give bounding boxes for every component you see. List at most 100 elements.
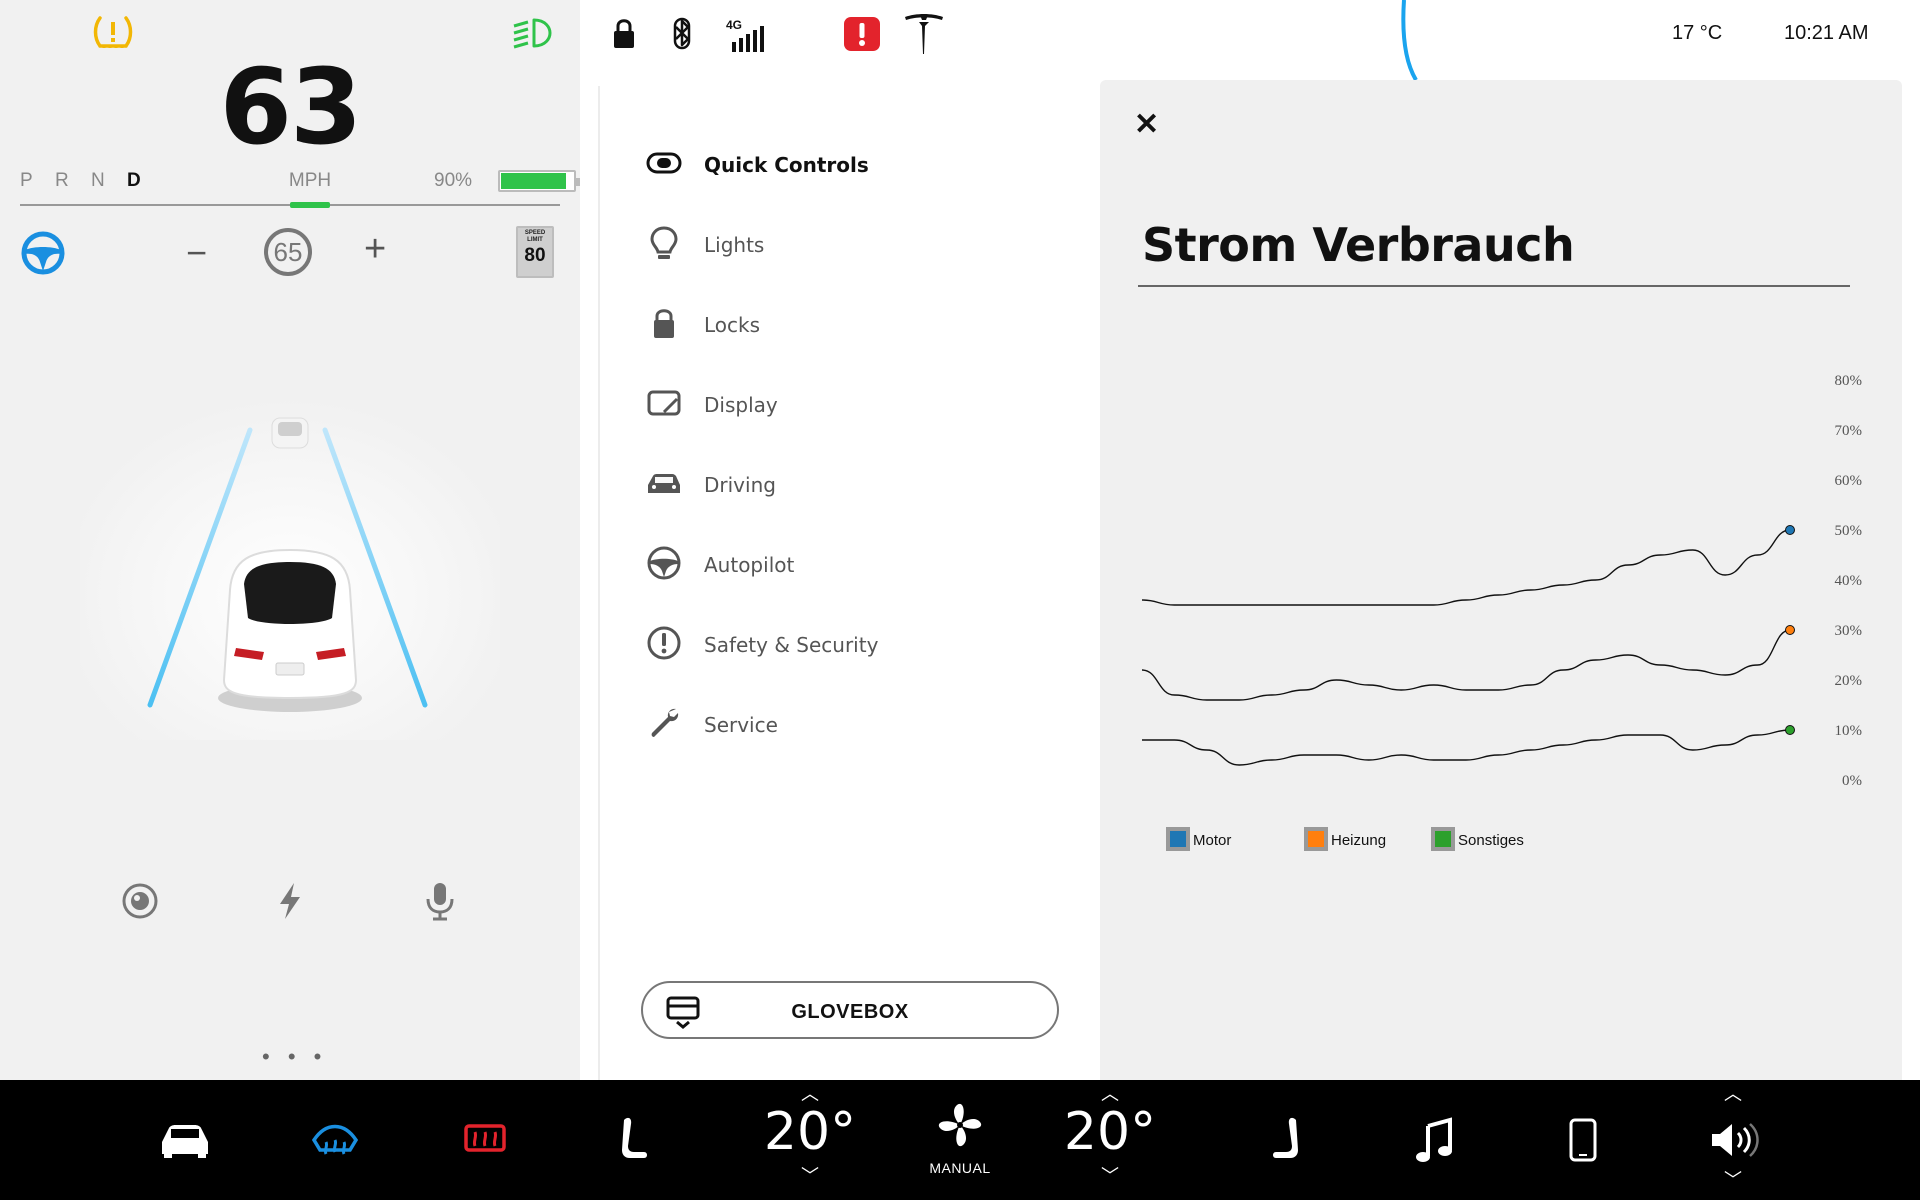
menu-item-label: Autopilot bbox=[704, 553, 795, 577]
ego-vehicle bbox=[218, 548, 362, 712]
page-dots[interactable]: • • • bbox=[262, 1044, 327, 1070]
speed-limit-sign: SPEED LIMIT 80 bbox=[516, 226, 554, 278]
speed-limit-label: SPEED LIMIT bbox=[524, 230, 546, 243]
app-root: 63 P R N D MPH 90% − 65 + SPEED LIMIT 80… bbox=[0, 0, 1920, 1200]
series-end-point-motor bbox=[1785, 525, 1795, 535]
fan-control[interactable]: MANUAL bbox=[910, 1080, 1010, 1200]
menu-item-display[interactable]: Display bbox=[640, 375, 1080, 455]
menu-item-service[interactable]: Service bbox=[640, 695, 1080, 775]
car-controls-icon[interactable] bbox=[158, 1080, 212, 1200]
cruise-control-row: − 65 + SPEED LIMIT 80 bbox=[0, 222, 580, 282]
legend-swatch-motor bbox=[1170, 831, 1186, 847]
y-tick-label: 40% bbox=[1835, 573, 1863, 589]
y-tick-label: 10% bbox=[1835, 723, 1863, 739]
legend-swatch-sonstiges bbox=[1435, 831, 1451, 847]
y-tick-label: 50% bbox=[1835, 523, 1863, 539]
menu-item-label: Locks bbox=[704, 313, 761, 337]
panel-title: Strom Verbrauch bbox=[1142, 218, 1575, 272]
legend-label-heizung: Heizung bbox=[1331, 832, 1386, 849]
cruise-set-speed: 65 bbox=[264, 228, 312, 276]
tesla-logo-icon[interactable] bbox=[902, 12, 946, 56]
gear-d: D bbox=[127, 170, 142, 191]
menu-item-quick-controls[interactable]: Quick Controls bbox=[640, 135, 1080, 215]
fan-mode-label: MANUAL bbox=[929, 1160, 991, 1176]
status-bar: 4G 17 °C 10:21 AM bbox=[580, 0, 1920, 80]
autopilot-road-visualization bbox=[80, 380, 500, 740]
driver-panel: 63 P R N D MPH 90% − 65 + SPEED LIMIT 80… bbox=[0, 0, 580, 1080]
charge-icon[interactable] bbox=[270, 880, 310, 922]
power-consumption-chart: 0% 10% 20% 30% 40% 50% 60% 70% 80% Motor Heizung So… bbox=[1141, 373, 1863, 851]
passenger-temperature: 20° bbox=[1063, 1102, 1157, 1162]
alert-circle-icon bbox=[647, 626, 681, 660]
series-end-point-heizung bbox=[1785, 625, 1795, 635]
menu-item-autopilot[interactable]: Autopilot bbox=[640, 535, 1080, 615]
menu-item-label: Safety & Security bbox=[704, 633, 879, 657]
driver-temp-up-button[interactable]: ︿ bbox=[750, 1080, 870, 1104]
driver-quick-icons bbox=[0, 880, 580, 930]
lead-vehicle bbox=[271, 417, 309, 449]
lock-icon[interactable] bbox=[612, 14, 636, 54]
camera-icon[interactable] bbox=[120, 880, 160, 922]
y-tick-label: 60% bbox=[1835, 473, 1863, 489]
front-defrost-icon[interactable] bbox=[310, 1080, 360, 1200]
alert-icon[interactable] bbox=[844, 15, 880, 55]
speed-unit: MPH bbox=[288, 170, 332, 191]
passenger-temp-up-button[interactable]: ︿ bbox=[1050, 1080, 1170, 1104]
detail-panel: ✕ Strom Verbrauch 0% 10% 20% 30% 40% 50% 60% 70… bbox=[1100, 80, 1902, 1080]
climate-bar: ︿ 20° ﹀ MANUAL ︿ 20° ﹀ ︿ ﹀ bbox=[0, 1080, 1920, 1200]
volume-up-button[interactable]: ︿ bbox=[1724, 1080, 1742, 1108]
lightbulb-icon bbox=[650, 226, 678, 259]
menu-item-safety-security[interactable]: Safety & Security bbox=[640, 615, 1080, 695]
speed-limit-value: 80 bbox=[524, 245, 546, 266]
close-icon[interactable]: ✕ bbox=[1134, 110, 1159, 140]
wrench-icon bbox=[651, 708, 679, 737]
menu-divider bbox=[598, 86, 600, 1080]
autosteer-wheel-icon[interactable] bbox=[20, 230, 66, 276]
cruise-decrease-button[interactable]: − bbox=[186, 232, 207, 274]
glovebox-label: GLOVEBOX bbox=[791, 1001, 909, 1023]
phone-icon[interactable] bbox=[1568, 1080, 1598, 1200]
volume-control: ︿ ﹀ bbox=[1704, 1080, 1764, 1200]
passenger-seat-heater-icon[interactable] bbox=[1268, 1080, 1304, 1200]
current-speed: 63 bbox=[219, 46, 363, 168]
y-tick-label: 80% bbox=[1835, 373, 1863, 389]
fan-icon bbox=[938, 1103, 982, 1147]
battery-percent: 90% bbox=[434, 170, 473, 191]
passenger-temp-down-button[interactable]: ﹀ bbox=[1050, 1162, 1170, 1186]
gear-row: P R N D MPH 90% bbox=[20, 170, 580, 196]
volume-down-button[interactable]: ﹀ bbox=[1724, 1166, 1742, 1194]
y-tick-label: 20% bbox=[1835, 673, 1863, 689]
battery-tip bbox=[576, 178, 580, 186]
title-underline bbox=[1138, 285, 1850, 287]
music-icon[interactable] bbox=[1412, 1080, 1456, 1200]
menu-item-label: Lights bbox=[704, 233, 765, 257]
speed-scale-marker bbox=[290, 202, 330, 208]
passenger-temperature-control: ︿ 20° ﹀ bbox=[1050, 1080, 1170, 1200]
menu-item-lights[interactable]: Lights bbox=[640, 215, 1080, 295]
microphone-icon[interactable] bbox=[420, 880, 460, 922]
menu-item-label: Driving bbox=[704, 473, 776, 497]
battery-fill bbox=[501, 173, 566, 189]
menu-item-label: Quick Controls bbox=[704, 153, 869, 177]
y-tick-label: 30% bbox=[1835, 623, 1863, 639]
series-end-point-sonstiges bbox=[1785, 725, 1795, 735]
display-icon bbox=[647, 390, 681, 416]
battery-indicator bbox=[498, 170, 580, 192]
cruise-increase-button[interactable]: + bbox=[364, 228, 386, 271]
lock-icon bbox=[654, 309, 674, 338]
menu-item-driving[interactable]: Driving bbox=[640, 455, 1080, 535]
driver-seat-heater-icon[interactable] bbox=[616, 1080, 652, 1200]
glovebox-button[interactable]: GLOVEBOX bbox=[641, 981, 1059, 1039]
bluetooth-icon[interactable] bbox=[672, 14, 692, 54]
volume-icon[interactable] bbox=[1708, 1120, 1764, 1160]
rear-defrost-icon[interactable] bbox=[462, 1080, 508, 1200]
driver-temperature-control: ︿ 20° ﹀ bbox=[750, 1080, 870, 1200]
y-tick-label: 0% bbox=[1842, 773, 1862, 789]
gear-selector: P R N D bbox=[20, 170, 158, 191]
series-line-motor bbox=[1141, 529, 1791, 606]
series-line-heizung bbox=[1141, 629, 1791, 701]
driver-temp-down-button[interactable]: ﹀ bbox=[750, 1162, 870, 1186]
menu-item-locks[interactable]: Locks bbox=[640, 295, 1080, 375]
clock: 10:21 AM bbox=[1784, 22, 1869, 44]
series-line-sonstiges bbox=[1142, 729, 1791, 766]
